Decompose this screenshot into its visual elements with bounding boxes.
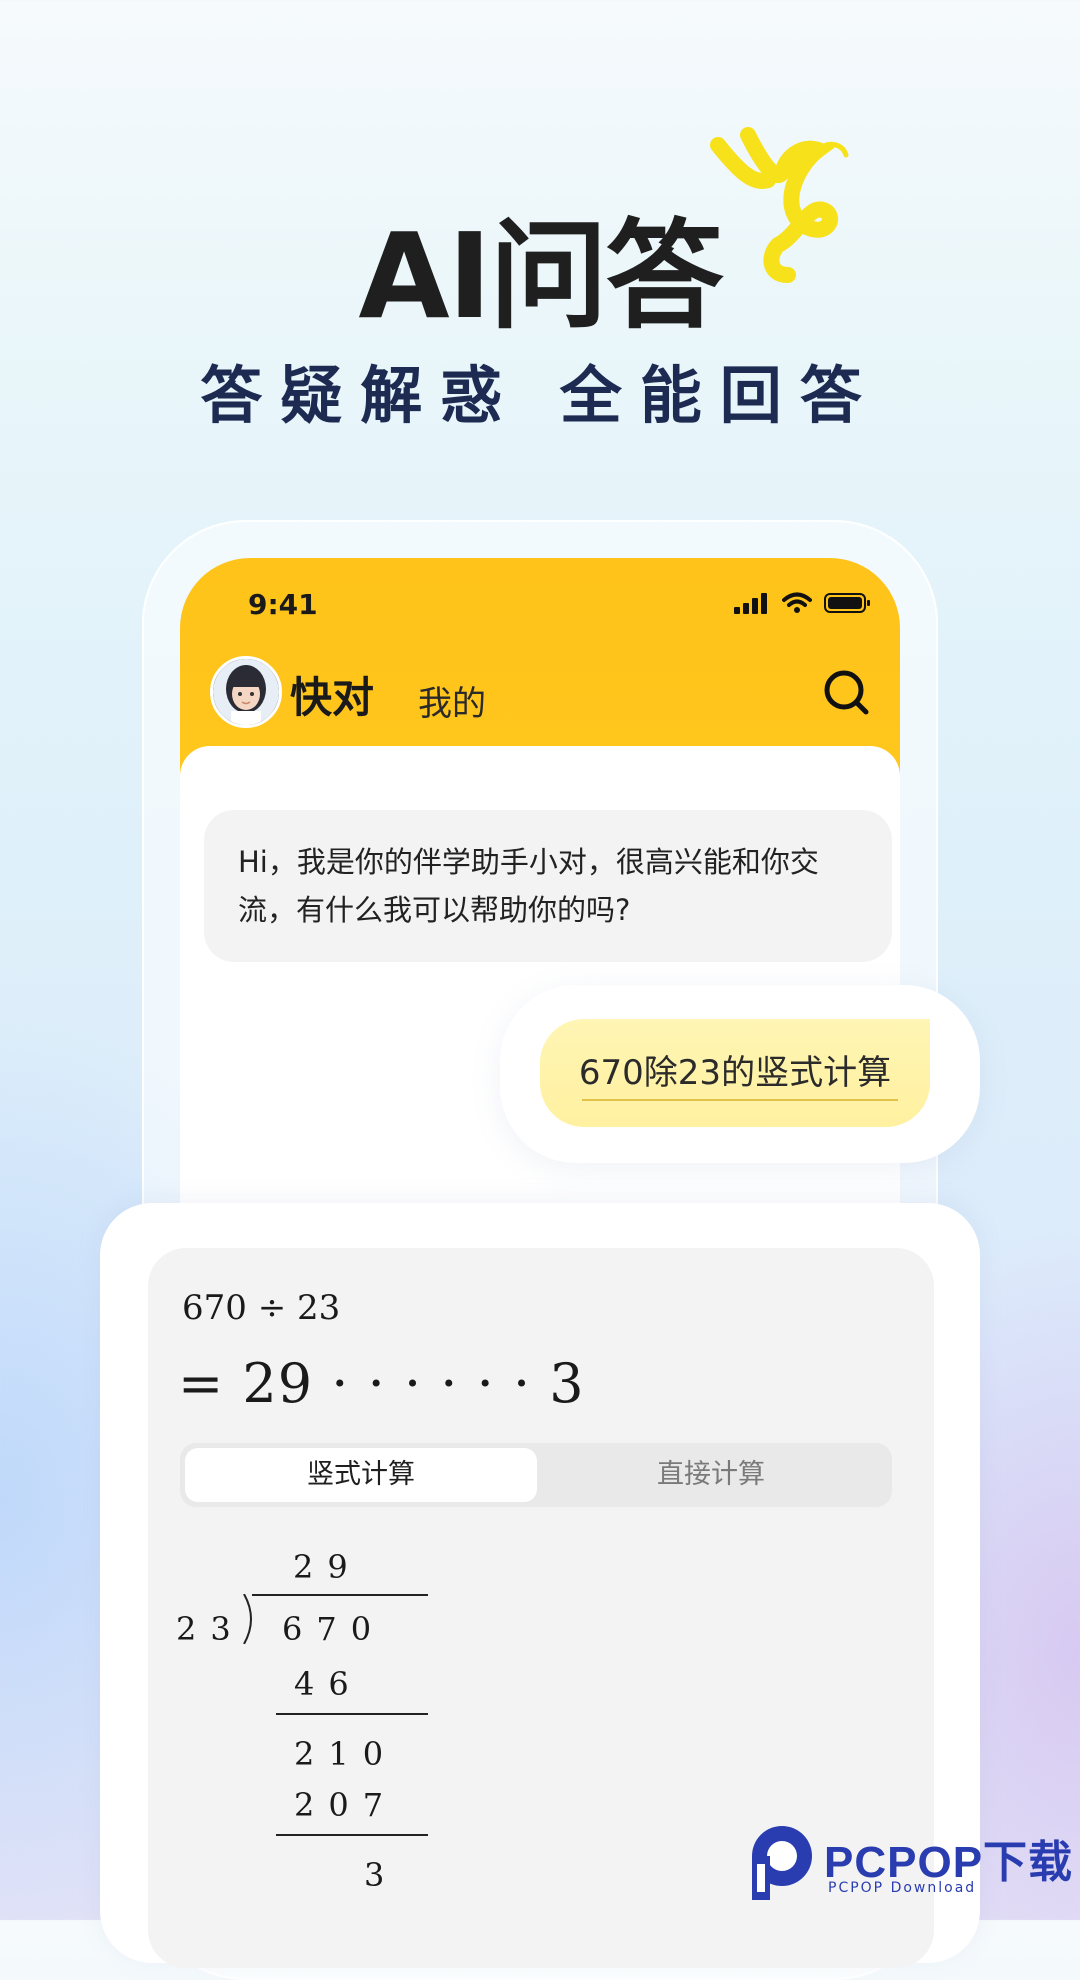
ld-remainder: 3 (364, 1856, 399, 1894)
ld-divisor: 23 (176, 1610, 245, 1648)
app-name: 快对 (290, 673, 375, 722)
user-message-underline (582, 1099, 898, 1101)
answer-expression: 670 ÷ 23 (182, 1288, 341, 1328)
user-message-bubble: 670除23的竖式计算 (540, 1019, 930, 1127)
tab-vertical-calc[interactable]: 竖式计算 (185, 1448, 537, 1502)
avatar-face-icon (213, 659, 279, 725)
long-division: 29 23 670 46 210 207 3 (148, 1538, 448, 1958)
ld-step3: 207 (294, 1786, 398, 1824)
answer-result: = 29 · · · · · · 3 (178, 1352, 585, 1415)
hero-title: AI问答 (358, 207, 723, 345)
bot-message-bubble: Hi，我是你的伴学助手小对，很高兴能和你交流，有什么我可以帮助你的吗? (204, 810, 892, 962)
user-message-card: 670除23的竖式计算 (500, 985, 980, 1163)
status-time: 9:41 (248, 588, 318, 621)
avatar[interactable] (210, 656, 282, 728)
status-icons (734, 592, 872, 614)
ld-step2: 210 (294, 1735, 398, 1773)
signal-icon (734, 593, 767, 614)
wifi-icon (782, 592, 812, 613)
ld-bar (252, 1594, 428, 1596)
ld-step1: 46 (294, 1665, 363, 1703)
search-icon[interactable] (822, 668, 872, 718)
hero-subtitle: 答疑解惑 全能回答 (200, 359, 880, 432)
battery-icon (824, 593, 870, 613)
watermark: PCPOP下载 PCPOP Download (744, 1820, 1074, 1906)
user-message-text: 670除23的竖式计算 (578, 1053, 892, 1093)
ld-dividend: 670 (282, 1610, 386, 1648)
pcpop-logo-icon (752, 1826, 812, 1900)
ld-rule2 (276, 1834, 428, 1836)
tab-direct-calc[interactable]: 直接计算 (535, 1448, 887, 1502)
watermark-sub: PCPOP Download (828, 1880, 977, 1896)
ld-quotient: 29 (293, 1548, 362, 1586)
tab-mine[interactable]: 我的 (418, 676, 486, 725)
scribble-decoration-icon (710, 127, 849, 283)
ld-rule1 (276, 1713, 428, 1715)
method-tabs: 竖式计算 直接计算 (180, 1443, 892, 1507)
